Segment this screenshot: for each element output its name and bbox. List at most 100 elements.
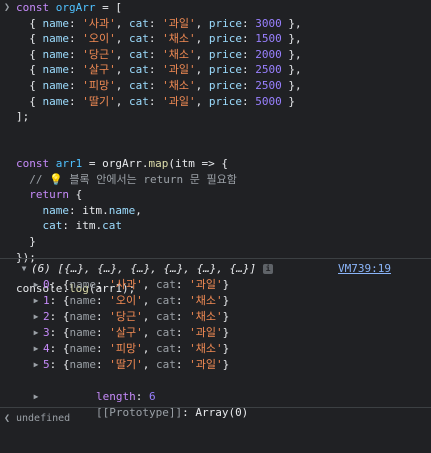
prototype-row[interactable]: ▶ [[Prototype]]: Array(0) <box>0 389 431 419</box>
code-token: cat <box>129 94 149 108</box>
code-token: orgArr <box>55 1 96 14</box>
code-token: '채소' <box>162 47 196 61</box>
item-colon: : { <box>49 342 70 355</box>
code-token: name <box>42 78 70 92</box>
array-item-row[interactable]: ▶ 0: {name: '사과', cat: '과일'} <box>0 277 431 293</box>
code-token: , <box>195 94 209 108</box>
code-token: ]; <box>16 110 30 124</box>
item-colon: : { <box>49 358 70 371</box>
code-line: return { <box>16 187 431 203</box>
triangle-right-icon[interactable]: ▶ <box>31 309 41 325</box>
code-token: , <box>115 47 129 61</box>
code-token: , <box>195 63 209 77</box>
triangle-down-icon[interactable]: ▼ <box>19 261 29 277</box>
code-token: , <box>195 47 209 61</box>
code-token: '사과' <box>82 16 116 30</box>
console-output-entry: ▼ (6) [{…}, {…}, {…}, {…}, {…}, {…}] i V… <box>0 258 431 419</box>
code-token: : <box>69 32 83 46</box>
item-cat-value: '과일' <box>189 358 223 371</box>
code-token: 2000 <box>255 47 282 61</box>
code-token: } <box>16 234 36 248</box>
code-token: }, <box>281 32 302 46</box>
code-token: . <box>102 203 109 217</box>
array-summary[interactable]: (6) [{…}, {…}, {…}, {…}, {…}, {…}] <box>31 261 256 277</box>
code-token: name <box>42 32 70 46</box>
code-token: cat <box>129 78 149 92</box>
code-token: { <box>16 63 43 77</box>
code-line: { name: '살구', cat: '과일', price: 2500 }, <box>16 62 431 78</box>
code-token: = <box>82 156 103 170</box>
triangle-right-icon[interactable]: ▶ <box>31 325 41 341</box>
code-token: , <box>195 32 209 46</box>
item-name-value: '오이' <box>109 294 143 307</box>
array-summary-row[interactable]: ▼ (6) [{…}, {…}, {…}, {…}, {…}, {…}] i V… <box>0 261 431 277</box>
item-name-value: '살구' <box>109 326 143 339</box>
code-token: : <box>69 47 83 61</box>
code-token: 5000 <box>255 94 282 108</box>
code-token: '딸기' <box>82 94 116 108</box>
item-cat-value: '채소' <box>189 342 223 355</box>
code-token: cat <box>129 16 149 30</box>
code-line: ]; <box>16 109 431 125</box>
code-line: { name: '피망', cat: '채소', price: 2500 }, <box>16 78 431 94</box>
code-token: itm <box>75 219 96 233</box>
array-item-row[interactable]: ▶ 1: {name: '오이', cat: '채소'} <box>0 293 431 309</box>
code-line: const arr1 = orgArr.map(itm => { <box>16 156 431 172</box>
chevron-left-icon: ❮ <box>4 413 11 424</box>
code-token: '과일' <box>162 63 196 77</box>
code-line: name: itm.name, <box>16 203 431 219</box>
chevron-right-icon: ❯ <box>4 2 11 13</box>
code-token: : <box>62 219 76 233</box>
code-token: : <box>242 16 256 30</box>
array-item-row[interactable]: ▶ 2: {name: '당근', cat: '채소'} <box>0 309 431 325</box>
console-result-entry: ❮ undefined <box>0 409 431 433</box>
item-index: 0 <box>43 278 50 291</box>
code-token: { <box>68 188 83 202</box>
triangle-right-icon[interactable]: ▶ <box>31 389 41 405</box>
array-item-row[interactable]: ▶ 5: {name: '딸기', cat: '과일'} <box>0 357 431 373</box>
code-token: : <box>148 47 163 61</box>
code-token: name <box>42 63 70 77</box>
item-cat-value: '채소' <box>189 294 223 307</box>
code-token: price <box>208 16 242 30</box>
code-token: name <box>42 203 70 217</box>
code-token: 2500 <box>255 63 282 77</box>
code-token: : <box>242 47 256 61</box>
code-token: name <box>42 16 70 30</box>
code-token: 1500 <box>255 32 282 46</box>
array-item-row[interactable]: ▶ 3: {name: '살구', cat: '과일'} <box>0 325 431 341</box>
array-item-row[interactable]: ▶ 4: {name: '피망', cat: '채소'} <box>0 341 431 357</box>
item-cat-key: cat <box>156 310 176 323</box>
triangle-right-icon[interactable]: ▶ <box>31 277 41 293</box>
source-link[interactable]: VM739:19 <box>338 261 391 277</box>
code-token: // 💡 블록 안에서는 return 문 필요함 <box>16 172 237 186</box>
code-token: : <box>69 203 83 217</box>
item-name-key: name <box>69 310 97 323</box>
code-token: price <box>208 78 242 92</box>
devtools-console: ❯ const orgArr = [ { name: '사과', cat: '과… <box>0 0 431 435</box>
triangle-right-icon[interactable]: ▶ <box>31 341 41 357</box>
code-token: price <box>208 94 242 108</box>
code-token: }, <box>281 47 302 61</box>
triangle-right-icon[interactable]: ▶ <box>31 357 41 373</box>
item-name-key: name <box>69 326 97 339</box>
code-token: price <box>208 63 242 77</box>
code-token: , <box>115 16 129 30</box>
code-token: itm <box>82 203 103 217</box>
info-icon[interactable]: i <box>263 264 273 274</box>
code-token: const <box>16 156 56 170</box>
code-token: { <box>16 16 43 30</box>
code-token: { <box>16 47 43 61</box>
code-token: { <box>16 78 43 92</box>
code-token: '피망' <box>82 78 116 92</box>
triangle-right-icon[interactable]: ▶ <box>31 293 41 309</box>
code-token: , <box>115 63 129 77</box>
code-token: }, <box>281 63 302 77</box>
console-input-entry[interactable]: ❯ const orgArr = [ { name: '사과', cat: '과… <box>0 0 431 295</box>
code-token: name <box>108 203 136 217</box>
item-index: 1 <box>43 294 50 307</box>
code-token: const <box>16 1 56 14</box>
